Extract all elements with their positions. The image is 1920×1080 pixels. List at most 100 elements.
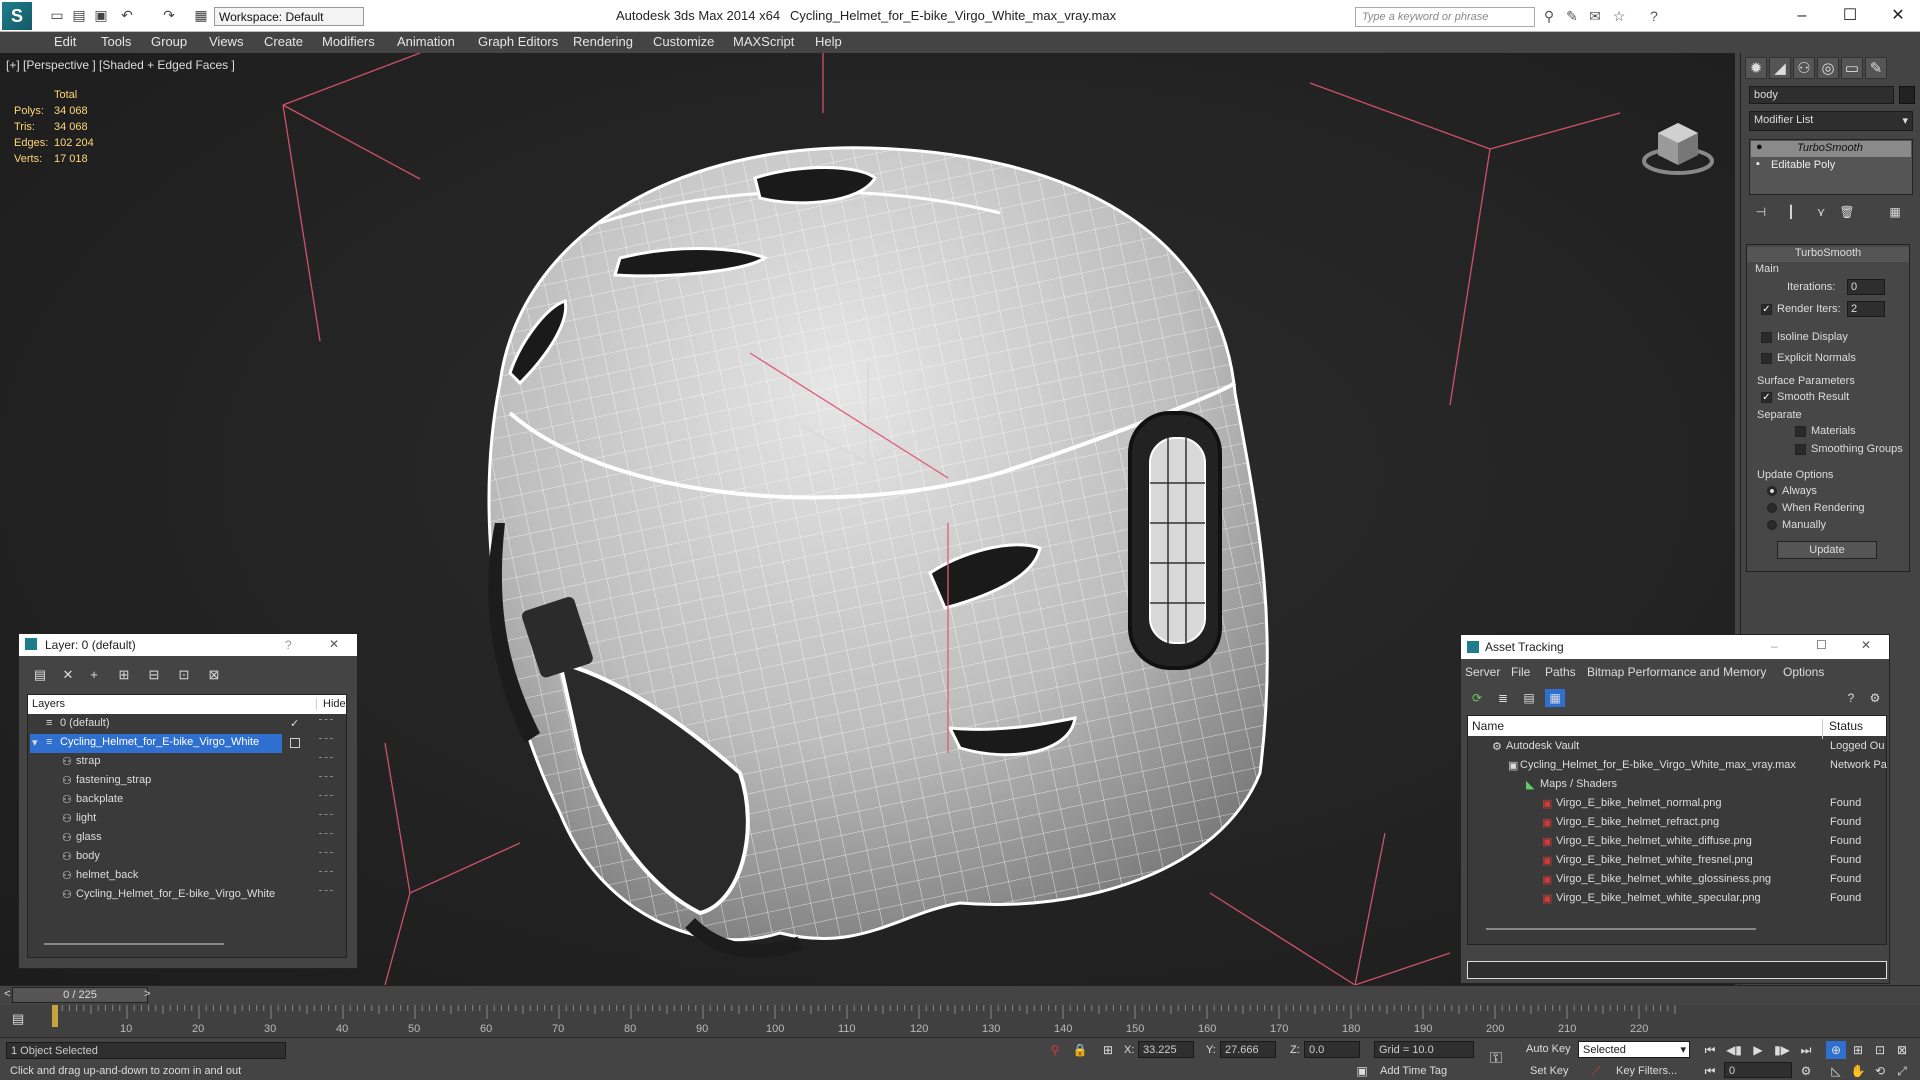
expand-icon[interactable]: ▪: [1756, 158, 1760, 170]
asset-menu-paths[interactable]: Paths: [1545, 665, 1576, 679]
field-of-view-icon[interactable]: ◺: [1826, 1062, 1846, 1080]
open-file-icon[interactable]: ▤: [70, 6, 88, 24]
play-icon[interactable]: ▶: [1748, 1041, 1768, 1059]
utilities-tab-icon[interactable]: ✎: [1865, 57, 1887, 79]
object-row[interactable]: ⚇ fastening_strap: [28, 772, 348, 791]
col-hide[interactable]: Hide: [316, 698, 346, 710]
y-coordinate-field[interactable]: 27.666: [1220, 1041, 1276, 1058]
key-mode-icon[interactable]: ⏮: [1700, 1062, 1720, 1080]
layer-window-titlebar[interactable]: Layer: 0 (default) ? ✕: [19, 634, 357, 656]
asset-menu-server[interactable]: Server: [1465, 665, 1500, 679]
asset-path-field[interactable]: [1467, 961, 1887, 979]
time-slider-thumb[interactable]: 0 / 225: [12, 987, 148, 1003]
hide-toggle[interactable]: [319, 871, 333, 873]
isoline-checkbox[interactable]: [1761, 331, 1772, 343]
lightbulb-icon[interactable]: ●: [1756, 141, 1763, 153]
maximize-icon[interactable]: ☐: [1830, 4, 1870, 28]
hide-toggle[interactable]: [319, 738, 333, 740]
asset-row[interactable]: ▣ Virgo_E_bike_helmet_white_fresnel.png Fo…: [1468, 851, 1888, 870]
asset-menu-options[interactable]: Options: [1783, 665, 1824, 679]
remove-modifier-icon[interactable]: 🗑: [1837, 203, 1857, 221]
asset-row[interactable]: ▣ Virgo_E_bike_helmet_white_glossiness.pn…: [1468, 870, 1888, 889]
thumbnail-view-icon[interactable]: ▤: [1519, 689, 1539, 707]
pan-icon[interactable]: ✋: [1848, 1062, 1868, 1080]
current-frame-marker[interactable]: [52, 1005, 58, 1027]
add-time-tag[interactable]: Add Time Tag: [1380, 1065, 1447, 1077]
zoom-all-icon[interactable]: ⊞: [1848, 1041, 1868, 1059]
smoothing-groups-row[interactable]: Smoothing Groups: [1795, 443, 1903, 455]
go-to-start-icon[interactable]: ⏮: [1700, 1041, 1720, 1059]
layer-row-selected[interactable]: ▾ ≡ Cycling_Helmet_for_E-bike_Virgo_Whit…: [28, 734, 348, 753]
menu-graph-editors[interactable]: Graph Editors: [478, 34, 558, 49]
modify-tab-icon[interactable]: ◢: [1769, 57, 1791, 79]
asset-row[interactable]: ▣ Virgo_E_bike_helmet_normal.png Found: [1468, 794, 1888, 813]
smooth-result-row[interactable]: ✓ Smooth Result: [1761, 391, 1849, 403]
set-active-box[interactable]: [290, 738, 300, 748]
project-folder-icon[interactable]: ▦: [192, 6, 210, 24]
asset-close-icon[interactable]: ✕: [1861, 638, 1871, 652]
object-row[interactable]: ⚇ backplate: [28, 791, 348, 810]
menu-customize[interactable]: Customize: [653, 34, 714, 49]
prev-frame-icon[interactable]: <: [4, 988, 10, 1000]
expand-icon[interactable]: ▾: [32, 736, 38, 749]
maximize-viewport-icon[interactable]: ⤢: [1892, 1062, 1912, 1080]
menu-tools[interactable]: Tools: [101, 34, 131, 49]
asset-minimize-icon[interactable]: –: [1771, 639, 1778, 653]
when-rendering-row[interactable]: When Rendering: [1767, 502, 1865, 514]
asset-row[interactable]: ◣ Maps / Shaders: [1468, 775, 1888, 794]
layer-close-icon[interactable]: ✕: [329, 637, 339, 651]
make-unique-icon[interactable]: ⋎: [1811, 203, 1831, 221]
save-file-icon[interactable]: ▣: [92, 6, 110, 24]
show-end-result-icon[interactable]: ┃: [1781, 203, 1801, 221]
asset-row[interactable]: ▣ Virgo_E_bike_helmet_refract.png Found: [1468, 813, 1888, 832]
always-row[interactable]: Always: [1767, 485, 1817, 497]
object-row[interactable]: ⚇ helmet_back: [28, 867, 348, 886]
motion-tab-icon[interactable]: ◎: [1817, 57, 1839, 79]
set-key-icon[interactable]: ⟋: [1586, 1062, 1606, 1080]
hide-toggle[interactable]: [319, 795, 333, 797]
subscription-icon[interactable]: ✎: [1563, 8, 1581, 26]
hide-toggle[interactable]: [319, 776, 333, 778]
select-objects-icon[interactable]: ⊟: [145, 667, 163, 685]
isoline-row[interactable]: Isoline Display: [1761, 331, 1848, 343]
binoculars-icon[interactable]: ⚲: [1540, 8, 1558, 26]
materials-row[interactable]: Materials: [1795, 425, 1856, 437]
next-key-icon[interactable]: ▮▶: [1772, 1041, 1792, 1059]
menu-help[interactable]: Help: [815, 34, 842, 49]
asset-row[interactable]: ⚙ Autodesk Vault Logged Ou: [1468, 737, 1888, 756]
hide-toggle[interactable]: [319, 852, 333, 854]
asset-menu-bitmap[interactable]: Bitmap Performance and Memory: [1587, 665, 1766, 679]
time-tag-icon[interactable]: ▣: [1352, 1062, 1372, 1080]
key-icon[interactable]: ⚿: [1486, 1050, 1506, 1068]
current-frame-field[interactable]: 0: [1724, 1062, 1792, 1078]
delete-layer-icon[interactable]: ✕: [59, 667, 77, 685]
render-iters-checkbox[interactable]: ✓: [1761, 303, 1772, 315]
explicit-normals-checkbox[interactable]: [1761, 352, 1772, 364]
highlight-layer-icon[interactable]: ⊡: [175, 667, 193, 685]
auto-key-button[interactable]: Auto Key: [1526, 1043, 1571, 1055]
menu-rendering[interactable]: Rendering: [573, 34, 633, 49]
when-rendering-radio[interactable]: [1767, 503, 1777, 514]
object-row[interactable]: ⚇ glass: [28, 829, 348, 848]
previous-key-icon[interactable]: ◀▮: [1724, 1041, 1744, 1059]
layer-options-icon[interactable]: ▤: [31, 667, 49, 685]
asset-maximize-icon[interactable]: ☐: [1816, 638, 1827, 652]
render-iters-row[interactable]: ✓ Render Iters:: [1761, 303, 1841, 315]
iterations-spinner[interactable]: 0: [1847, 279, 1885, 295]
asset-row[interactable]: ▣ Virgo_E_bike_helmet_white_specular.png F…: [1468, 889, 1888, 908]
workspace-dropdown[interactable]: Workspace: Default: [214, 7, 364, 26]
create-tab-icon[interactable]: ✹: [1745, 57, 1767, 79]
object-row[interactable]: ⚇ light: [28, 810, 348, 829]
app-logo-icon[interactable]: S: [2, 2, 32, 30]
hide-toggle[interactable]: [319, 757, 333, 759]
hide-all-icon[interactable]: ⊠: [205, 667, 223, 685]
layer-help-icon[interactable]: ?: [285, 638, 292, 652]
create-layer-icon[interactable]: +: [85, 667, 103, 685]
communication-icon[interactable]: ✉: [1586, 8, 1604, 26]
menu-create[interactable]: Create: [264, 34, 303, 49]
object-row[interactable]: ⚇ body: [28, 848, 348, 867]
key-filters-button[interactable]: Key Filters...: [1616, 1065, 1677, 1077]
favorites-icon[interactable]: ☆: [1610, 8, 1628, 26]
modifier-list-dropdown[interactable]: Modifier List ▾: [1749, 111, 1913, 131]
refresh-icon[interactable]: ⟳: [1467, 689, 1487, 707]
